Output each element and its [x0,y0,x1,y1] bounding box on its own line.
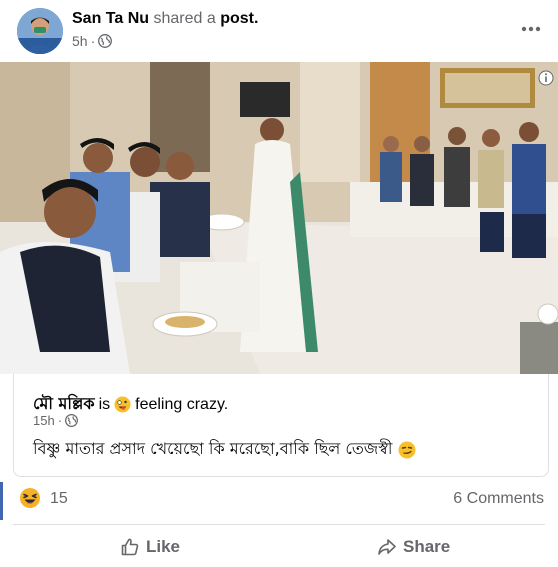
globe-icon [65,413,79,428]
shared-time[interactable]: 15h [33,413,55,428]
globe-icon [98,34,113,48]
shared-post-text: বিষ্ণু মাতার প্রসাদ খেয়েছো কি মরেছো,বাক… [33,436,416,463]
shared-meta: 15h · [33,413,79,428]
shared-photo[interactable] [0,62,558,374]
post-time[interactable]: 5h [72,33,88,49]
like-button[interactable]: Like [120,527,180,567]
shared-post-text-content: বিষ্ণু মাতার প্রসাদ খেয়েছো কি মরেছো,বাক… [33,439,393,458]
post-actions: Like Share [0,527,558,567]
author-line: San Ta Nu shared a post. [72,10,258,28]
post-meta: 5h · [72,33,113,49]
shared-feeling-text: feeling crazy. [135,395,229,413]
share-arrow-icon [378,539,396,555]
author-avatar[interactable] [17,8,63,54]
comments-count[interactable]: 6 Comments [453,490,544,508]
post-header: San Ta Nu shared a post. 5h · [0,0,558,62]
shared-meta-dot: · [57,413,63,428]
thumbs-up-icon [121,538,139,556]
reaction-count[interactable]: 15 [50,490,68,508]
reactions-bar: 15 6 Comments [0,478,558,522]
share-label: Share [403,537,451,556]
smirk-emoji [398,441,416,459]
post-link[interactable]: post. [220,10,258,27]
author-verb: shared a [153,10,216,27]
author-name[interactable]: San Ta Nu [72,10,149,27]
meta-dot: · [90,33,96,49]
info-icon[interactable] [538,70,554,86]
crazy-face-emoji [114,396,131,413]
shared-is-text: is [98,395,111,413]
feed-post: San Ta Nu shared a post. 5h · মৌ মল্লিক … [0,0,558,567]
more-dots-icon [521,26,541,32]
like-label: Like [146,537,181,556]
share-button[interactable]: Share [377,527,450,567]
actions-divider [13,524,545,525]
left-accent-bar [0,482,3,520]
shared-post-card[interactable]: মৌ মল্লিক is feeling crazy. 15h · বিষ্ণু… [13,374,549,477]
more-options-button[interactable] [518,16,544,42]
haha-reaction-icon[interactable] [19,487,41,509]
